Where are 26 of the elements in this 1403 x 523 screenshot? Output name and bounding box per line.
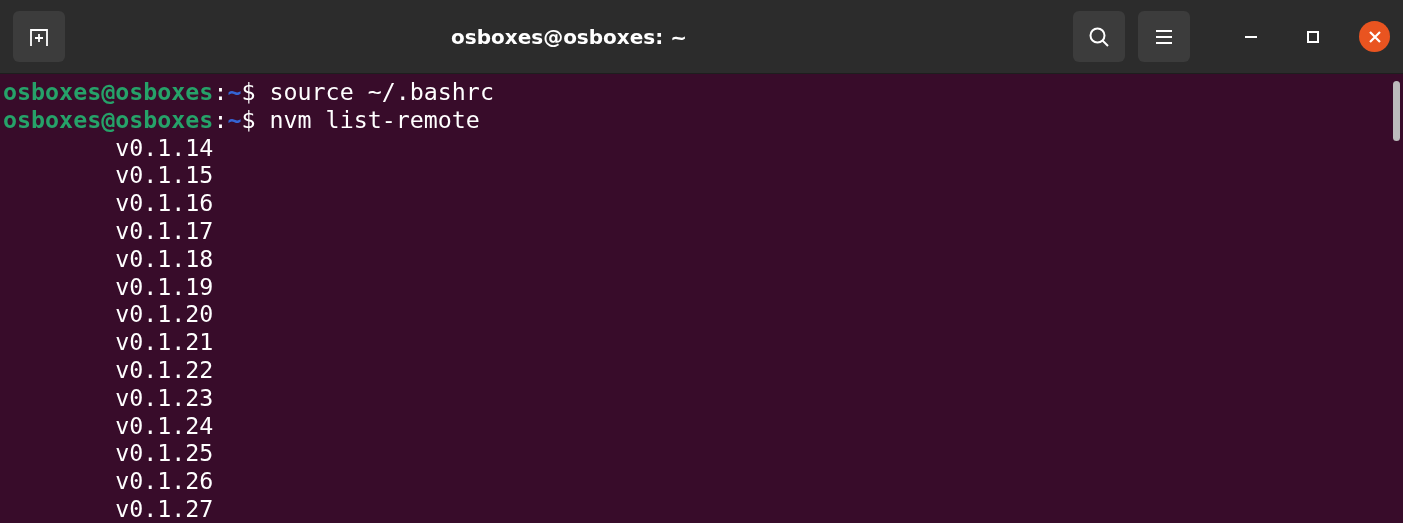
output-line: v0.1.26 [114,467,214,495]
close-button[interactable] [1359,21,1390,52]
output-line: v0.1.22 [114,355,214,384]
search-button[interactable] [1073,11,1125,62]
output-line: v0.1.27 [114,494,214,523]
output-line: v0.1.24 [114,411,214,440]
output-line: v0.1.18 [114,244,214,273]
menu-button[interactable] [1138,11,1190,62]
menu-icon [1155,28,1173,45]
prompt-line: osboxes@osboxes:~$ nvm list-remote [3,105,480,134]
close-icon [1368,30,1381,43]
scrollbar-thumb[interactable] [1392,81,1400,141]
output-line: v0.1.25 [114,439,214,468]
output-line: v0.1.19 [114,272,214,301]
output-line: v0.1.17 [114,217,214,245]
output-line: v0.1.14 [114,133,214,162]
output-line: v0.1.15 [114,161,214,190]
output-line: v0.1.16 [114,189,214,217]
output-line: v0.1.21 [114,328,214,356]
output-line: v0.1.20 [114,300,214,329]
search-icon [1088,25,1110,48]
window-title: osboxes@osboxes: ~ [450,24,688,49]
output-line: v0.1.23 [114,383,214,412]
prompt-line: osboxes@osboxes:~$ source ~/.bashrc [3,78,494,106]
maximize-icon [1306,29,1320,44]
new-tab-button[interactable] [13,11,65,62]
